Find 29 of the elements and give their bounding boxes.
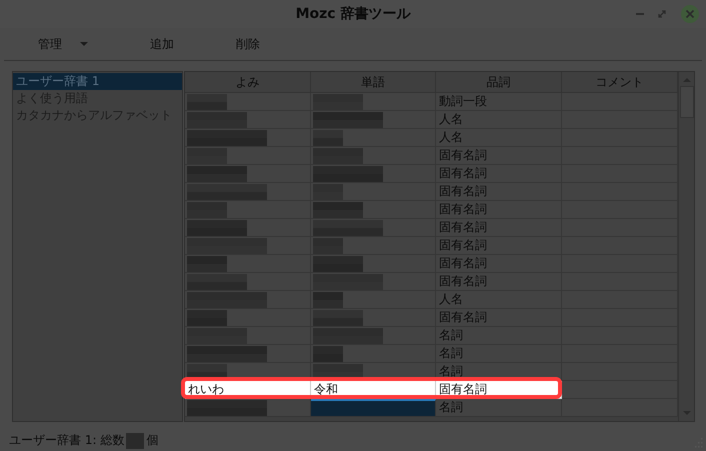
table-cell: 固有名詞 [436,183,562,201]
window-title: Mozc 辞書ツール [296,5,410,23]
table-cell: 動詞一段 [436,93,562,111]
status-text: ユーザー辞書 1: 総数 [9,432,124,449]
table-cell: 人名 [436,291,562,309]
minimize-icon[interactable] [636,13,644,15]
table-cell: 名詞 [436,399,562,417]
close-icon[interactable] [680,4,700,24]
scrollbar[interactable] [678,72,694,421]
scrollbar-thumb[interactable] [680,86,694,118]
table-cell: 固有名詞 [436,255,562,273]
toolbar-button[interactable]: 追加 [144,31,180,57]
table-cell: 固有名詞 [436,237,562,255]
menu-button[interactable]: 管理 [32,31,94,57]
dictionary-item[interactable]: ユーザー辞書 1 [13,73,182,90]
table-cell: 固有名詞 [436,165,562,183]
table-cell: 固有名詞 [436,273,562,291]
toolbar-button[interactable]: 削除 [230,31,266,57]
table-cell: 名詞 [436,345,562,363]
table-cell: 固有名詞 [436,219,562,237]
table-cell: 固有名詞 [436,309,562,327]
table-cell: 固有名詞 [436,147,562,165]
table-cell: 固有名詞 [436,201,562,219]
table-cell: 人名 [436,111,562,129]
caret-icon [80,42,88,46]
table-cell: 名詞 [436,327,562,345]
table-cell: 人名 [436,129,562,147]
status-text: 個 [146,432,158,449]
selected-cell[interactable] [311,399,436,417]
